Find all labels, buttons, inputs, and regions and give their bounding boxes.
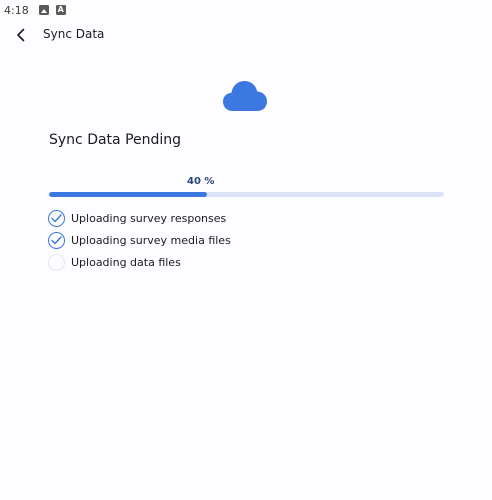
app-bar: Sync Data: [0, 20, 492, 50]
page-title: Sync Data: [43, 27, 105, 41]
task-item-survey-responses: Uploading survey responses: [48, 207, 231, 229]
task-label: Uploading survey media files: [71, 233, 231, 247]
task-label: Uploading survey responses: [71, 211, 227, 225]
task-label: Uploading data files: [71, 255, 181, 269]
check-circle-icon: [48, 209, 65, 227]
progress-fill: [49, 192, 207, 197]
image-icon: [38, 5, 49, 15]
task-list: Uploading survey responses Uploading sur…: [48, 207, 231, 273]
check-circle-icon: [48, 231, 65, 249]
progress-bar: [49, 192, 444, 197]
status-time: 4:18: [4, 3, 29, 17]
task-item-survey-media: Uploading survey media files: [48, 229, 231, 251]
progress-percent: 40 %: [187, 176, 215, 187]
task-item-data-files: Uploading data files: [48, 251, 231, 273]
back-button[interactable]: [10, 24, 32, 46]
font-icon: A: [55, 5, 66, 15]
cloud-icon: [222, 78, 268, 114]
pending-circle-icon: [48, 253, 65, 271]
status-bar: 4:18 A: [0, 0, 492, 20]
chevron-left-icon: [17, 28, 25, 42]
sync-heading: Sync Data Pending: [49, 132, 182, 148]
